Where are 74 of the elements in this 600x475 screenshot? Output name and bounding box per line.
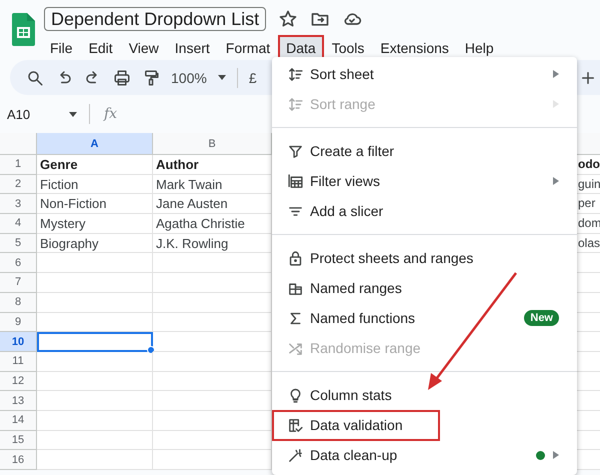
row-header[interactable]: 12 [0, 372, 37, 392]
star-icon[interactable] [278, 9, 298, 29]
menu-item-label: Named ranges [310, 280, 402, 296]
column-header[interactable]: A [37, 133, 153, 155]
row-header[interactable]: 1 [0, 155, 37, 175]
menu-item[interactable]: Data validation [272, 410, 577, 440]
table-cell: Fiction [37, 174, 153, 194]
menu-item-label: Add a slicer [310, 203, 384, 219]
menu-item[interactable]: Named functions New [272, 303, 577, 333]
menu-item[interactable]: Extensions [372, 35, 457, 61]
row-header[interactable]: 5 [0, 234, 37, 254]
print-icon[interactable] [113, 68, 131, 86]
menu-item[interactable]: Filter views [272, 166, 577, 196]
row-header[interactable]: 4 [0, 214, 37, 234]
menu-item[interactable]: Tools [324, 35, 372, 61]
document-title[interactable]: Dependent Dropdown List [44, 7, 266, 31]
menu-item-icon [287, 172, 304, 190]
row-header[interactable]: 14 [0, 410, 37, 431]
new-badge: New [524, 310, 559, 326]
menu-item[interactable]: Protect sheets and ranges [272, 243, 577, 273]
menu-item[interactable]: Column stats [272, 380, 577, 410]
row-header[interactable]: 15 [0, 430, 37, 450]
table-cell: Genre [37, 155, 153, 175]
menu-item-label: Data clean-up [310, 447, 398, 463]
row-header[interactable]: 13 [0, 391, 37, 411]
menu-item[interactable]: Create a filter [272, 136, 577, 166]
table-cell: Non-Fiction [37, 194, 153, 214]
row-header[interactable]: 2 [0, 174, 37, 194]
menu-item-icon [287, 446, 304, 464]
menu-item[interactable]: View [120, 35, 167, 61]
menu-item[interactable]: Insert [166, 35, 218, 61]
row-header[interactable]: 8 [0, 292, 37, 312]
menu-item[interactable]: Help [456, 35, 502, 61]
caret-icon[interactable] [69, 112, 77, 116]
column-header[interactable]: B [153, 133, 272, 155]
menu-item-label: Named functions [310, 310, 416, 326]
menu-item-label: Column stats [310, 387, 392, 403]
caret-icon[interactable] [218, 75, 226, 80]
formula-label: fx [104, 106, 118, 122]
menu-item[interactable]: Data clean-up [272, 440, 577, 470]
row-header[interactable]: 16 [0, 450, 37, 470]
menu-item-label: Randomise range [310, 340, 421, 356]
menu-item-icon [287, 250, 304, 266]
row-header[interactable]: 10 [0, 332, 37, 352]
menu-item[interactable]: File [42, 35, 81, 61]
row-header[interactable]: 9 [0, 312, 37, 332]
menu-item-label: Protect sheets and ranges [310, 250, 474, 266]
name-box[interactable]: A10 [7, 106, 69, 122]
row-header[interactable]: 6 [0, 253, 37, 274]
menu-item[interactable]: Format [218, 35, 278, 61]
table-cell: Mystery [37, 214, 153, 234]
table-cell: Biography [37, 234, 153, 254]
menu-item-label: Data validation [310, 417, 403, 433]
menu-item-label: Sort range [310, 96, 376, 112]
menu-item-label: Create a filter [310, 143, 394, 159]
menu-item-icon [287, 66, 304, 82]
menu-item-label: Sort sheet [310, 66, 374, 82]
selected-cell[interactable] [37, 332, 153, 352]
fill-handle[interactable] [147, 346, 155, 354]
menu-item-icon [287, 416, 304, 434]
menu-item[interactable]: Add a slicer [272, 196, 577, 226]
row-header[interactable]: 11 [0, 352, 37, 372]
menu-item[interactable]: Sort sheet [272, 59, 577, 89]
menu-item-icon [287, 96, 304, 112]
row-header[interactable]: 3 [0, 194, 37, 214]
menu-item[interactable]: Edit [80, 35, 121, 61]
paint-format-icon[interactable] [142, 68, 160, 86]
zoom-level[interactable]: 100% [171, 70, 207, 86]
menu-item-label: Filter views [310, 173, 380, 189]
sheets-logo-icon[interactable] [12, 13, 35, 46]
currency-button[interactable]: £ [248, 70, 257, 86]
search-icon[interactable] [26, 68, 44, 86]
menu-item[interactable]: Named ranges [272, 273, 577, 303]
row-header[interactable]: 7 [0, 273, 37, 293]
